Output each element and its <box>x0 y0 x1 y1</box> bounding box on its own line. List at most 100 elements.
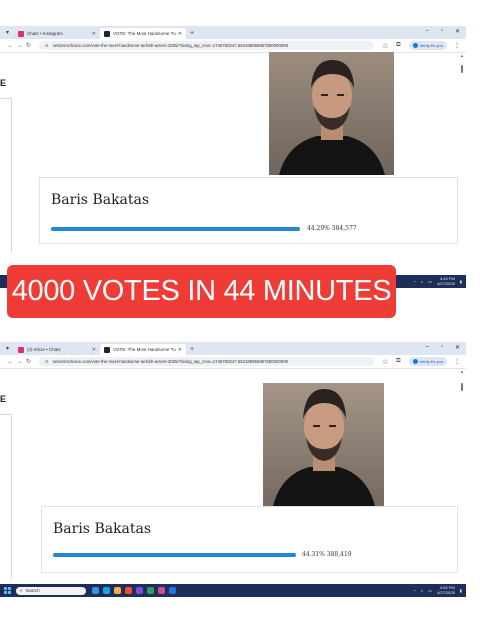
address-bar-row: ← → ↻ ⚙ netizenschoice.com/vote-the-most… <box>0 355 466 369</box>
page-scrollbar[interactable]: ▲ <box>460 53 464 263</box>
volume-icon[interactable]: ◖ <box>421 588 423 593</box>
menu-kebab-icon[interactable]: ⋮ <box>454 42 460 49</box>
tab-title: (3) Inbox • Chats <box>27 347 61 352</box>
tab-title: Chats • Instagram <box>27 31 63 36</box>
url-text: netizenschoice.com/vote-the-most-handsom… <box>52 43 289 48</box>
extensions-icon[interactable]: ⧉ <box>396 358 400 365</box>
system-tray: ◔ ◖ ▭ 4:52 PM 4/27/2025 ▮ <box>413 585 462 595</box>
portrait-image <box>269 52 394 175</box>
candidate-name: Baris Bakatas <box>51 192 150 208</box>
task-view-icon[interactable] <box>92 587 99 594</box>
wifi-icon[interactable]: ◔ <box>413 279 415 284</box>
back-icon[interactable]: ← <box>6 359 15 365</box>
url-field[interactable]: ⚙ netizenschoice.com/vote-the-most-hands… <box>39 41 374 50</box>
site-info-icon[interactable]: ⚙ <box>45 359 49 364</box>
candidate-name: Baris Bakatas <box>53 521 152 537</box>
new-tab-icon[interactable]: + <box>190 346 194 353</box>
notification-icon[interactable]: ▮ <box>460 588 462 593</box>
profile-label: Verify it's you <box>419 359 443 364</box>
back-icon[interactable]: ← <box>6 43 15 49</box>
forward-icon[interactable]: → <box>15 359 24 365</box>
volume-icon[interactable]: ◖ <box>421 279 423 284</box>
nc-site-icon <box>104 30 110 37</box>
tab-title: VOTE: The Most Handsome Tu... <box>113 31 176 36</box>
site-info-icon[interactable]: ⚙ <box>45 43 49 48</box>
wifi-icon[interactable]: ◔ <box>413 588 415 593</box>
avatar <box>412 43 418 48</box>
file-explorer-icon[interactable] <box>114 587 121 594</box>
browser-app-icon[interactable] <box>169 587 176 594</box>
instagram-app-icon[interactable] <box>158 587 165 594</box>
clock-date: 4/27/2025 <box>437 280 455 286</box>
app-icon[interactable] <box>147 587 154 594</box>
forward-icon[interactable]: → <box>15 43 24 49</box>
system-tray: ◔ ◖ ▭ 4:43 PM 4/27/2025 ▮ <box>413 276 462 286</box>
clock-date: 4/27/2025 <box>437 589 455 595</box>
menu-kebab-icon[interactable]: ⋮ <box>454 358 460 365</box>
edge-icon[interactable] <box>103 587 110 594</box>
left-panel <box>0 414 12 579</box>
page-content: E Baris Bakatas 44.31% 388,419 ▲ ⌕ Searc… <box>0 369 466 604</box>
page-scrollbar[interactable]: ▲ <box>460 369 464 579</box>
vote-percent-count: 44.31% 388,419 <box>302 551 352 558</box>
tab-title: VOTE: The Most Handsome Tu... <box>113 347 176 352</box>
headline-banner: 4000 VOTES IN 44 MINUTES <box>7 265 396 318</box>
close-tab-icon[interactable]: ✕ <box>92 347 96 353</box>
reload-icon[interactable]: ↻ <box>24 358 33 365</box>
scroll-thumb[interactable] <box>461 383 463 391</box>
windows-start-icon[interactable] <box>4 587 11 594</box>
battery-icon[interactable]: ▭ <box>428 588 432 593</box>
portrait-image <box>263 383 384 506</box>
vote-progress-bar <box>51 227 300 231</box>
close-window-icon[interactable]: ✕ <box>455 344 460 351</box>
profile-verify-button[interactable]: Verify it's you <box>408 357 447 366</box>
notification-icon[interactable]: ▮ <box>460 279 462 284</box>
clock[interactable]: 4:52 PM 4/27/2025 <box>437 585 455 595</box>
vote-progress-bar <box>53 553 296 557</box>
sidebar-letter: E <box>0 78 7 88</box>
close-tab-icon[interactable]: ✕ <box>92 31 96 37</box>
minimize-icon[interactable]: – <box>425 28 428 35</box>
clock[interactable]: 4:43 PM 4/27/2025 <box>437 276 455 286</box>
window-controls: – ▫ ✕ <box>425 28 460 35</box>
browser-tab-vote[interactable]: VOTE: The Most Handsome Tu... ✕ <box>100 28 186 39</box>
candidate-photo <box>269 52 394 175</box>
url-field[interactable]: ⚙ netizenschoice.com/vote-the-most-hands… <box>39 357 374 366</box>
extensions-icon[interactable]: ⧉ <box>396 42 400 49</box>
screenshot-after: ▾ (3) Inbox • Chats ✕ VOTE: The Most Han… <box>0 342 466 604</box>
tab-search-dropdown-icon[interactable]: ▾ <box>6 345 14 352</box>
taskbar-search-input[interactable]: ⌕ Search <box>16 586 86 595</box>
close-tab-icon[interactable]: ✕ <box>178 347 182 353</box>
bookmark-star-icon[interactable]: ☆ <box>382 42 388 50</box>
instagram-icon <box>18 346 24 353</box>
reload-icon[interactable]: ↻ <box>24 42 33 49</box>
battery-icon[interactable]: ▭ <box>428 279 432 284</box>
taskbar-apps <box>92 587 176 594</box>
maximize-icon[interactable]: ▫ <box>441 28 443 35</box>
profile-verify-button[interactable]: Verify it's you <box>408 41 447 50</box>
avatar <box>412 359 418 364</box>
new-tab-icon[interactable]: + <box>190 30 194 37</box>
url-text: netizenschoice.com/vote-the-most-handsom… <box>52 359 289 364</box>
close-tab-icon[interactable]: ✕ <box>178 31 182 37</box>
nc-site-icon <box>104 346 110 353</box>
vote-progress-fill <box>53 553 296 557</box>
browser-tab-vote[interactable]: VOTE: The Most Handsome Tu... ✕ <box>100 344 186 355</box>
search-placeholder: Search <box>25 588 40 593</box>
maximize-icon[interactable]: ▫ <box>441 344 443 351</box>
scroll-up-icon[interactable]: ▲ <box>460 369 464 374</box>
search-icon: ⌕ <box>20 588 23 593</box>
browser-tab-instagram[interactable]: Chats • Instagram ✕ <box>14 28 100 39</box>
close-window-icon[interactable]: ✕ <box>455 28 460 35</box>
browser-tab-instagram[interactable]: (3) Inbox • Chats ✕ <box>14 344 100 355</box>
minimize-icon[interactable]: – <box>425 344 428 351</box>
chrome-icon[interactable] <box>125 587 132 594</box>
tab-search-dropdown-icon[interactable]: ▾ <box>6 29 14 36</box>
scroll-thumb[interactable] <box>461 65 463 73</box>
instagram-icon <box>18 30 24 37</box>
sidebar-letter: E <box>0 394 7 404</box>
scroll-up-icon[interactable]: ▲ <box>460 53 464 58</box>
bookmark-star-icon[interactable]: ☆ <box>382 358 388 366</box>
browser-tab-bar: ▾ (3) Inbox • Chats ✕ VOTE: The Most Han… <box>0 342 466 355</box>
store-icon[interactable] <box>136 587 143 594</box>
